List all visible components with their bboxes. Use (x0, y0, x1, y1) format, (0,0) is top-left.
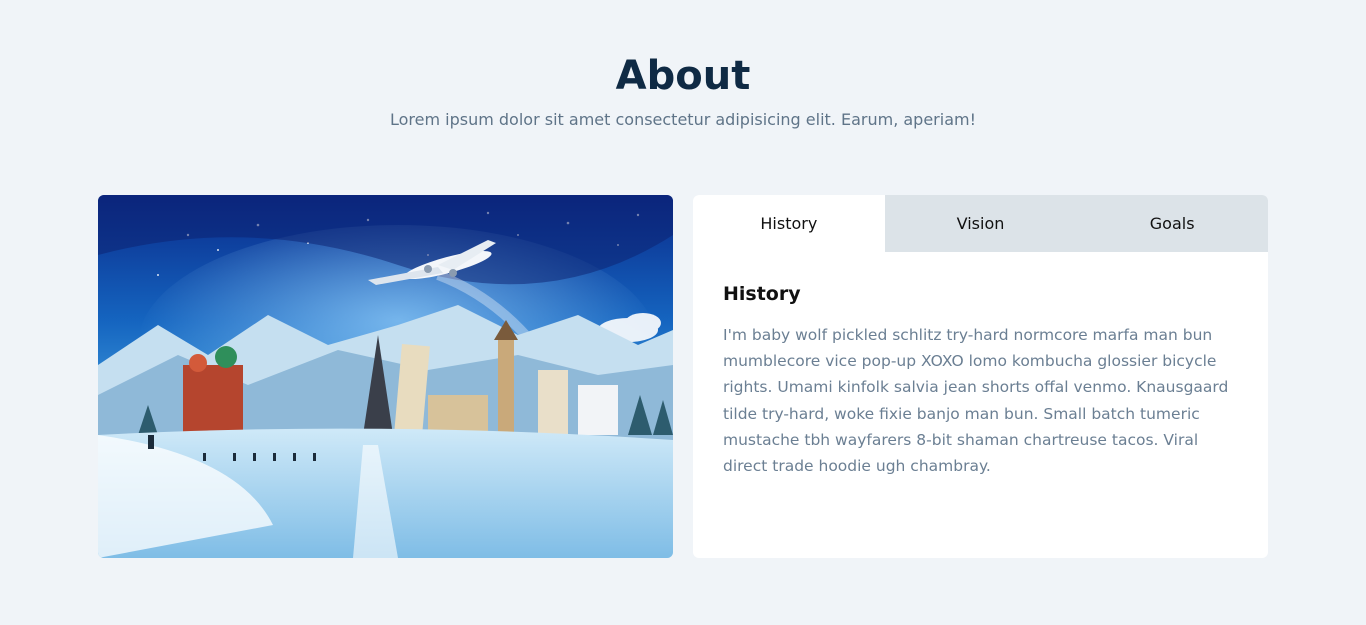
tab-history[interactable]: History (693, 195, 885, 252)
tab-panel-heading: History (723, 283, 801, 305)
about-section: About Lorem ipsum dolor sit amet consect… (0, 0, 1366, 625)
tab-bar: History Vision Goals (693, 195, 1268, 252)
tab-goals[interactable]: Goals (1076, 195, 1268, 252)
tab-vision[interactable]: Vision (885, 195, 1077, 252)
tab-panel: History I'm baby wolf pickled schlitz tr… (693, 252, 1268, 479)
travel-collage-illustration (98, 195, 673, 558)
tab-panel-text: I'm baby wolf pickled schlitz try-hard n… (723, 326, 1229, 476)
about-image (98, 195, 673, 558)
about-tabs-card: History Vision Goals History I'm baby wo… (693, 195, 1268, 558)
page-title: About (615, 53, 751, 99)
page-subtitle: Lorem ipsum dolor sit amet consectetur a… (389, 110, 976, 129)
